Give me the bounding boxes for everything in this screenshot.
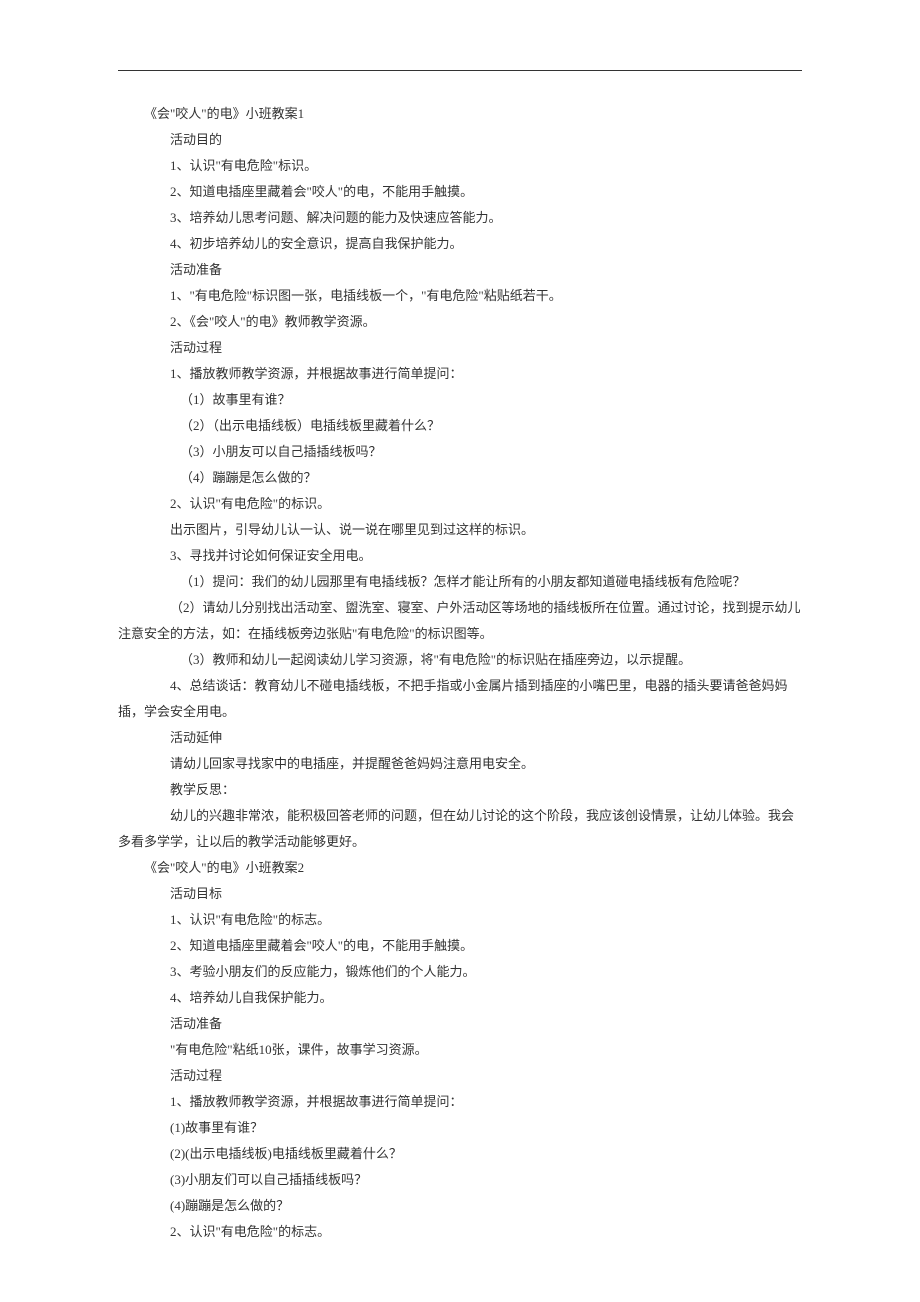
plan1-proc-1-2: （2）（出示电插线板）电插线板里藏着什么？ (118, 413, 802, 439)
plan1-proc-1-4: （4）蹦蹦是怎么做的？ (118, 465, 802, 491)
plan1-ext-1: 请幼儿回家寻找家中的电插座，并提醒爸爸妈妈注意用电安全。 (118, 751, 802, 777)
plan1-proc-3-1: （1）提问：我们的幼儿园那里有电插线板？怎样才能让所有的小朋友都知道碰电插线板有… (118, 569, 802, 595)
plan2-proc-1: 1、播放教师教学资源，并根据故事进行简单提问： (118, 1089, 802, 1115)
plan2-title: 《会"咬人"的电》小班教案2 (118, 855, 802, 881)
plan2-goal-4: 4、培养幼儿自我保护能力。 (118, 985, 802, 1011)
plan1-goal-3: 3、培养幼儿思考问题、解决问题的能力及快速应答能力。 (118, 205, 802, 231)
plan2-proc-1-2: (2)(出示电插线板)电插线板里藏着什么？ (118, 1141, 802, 1167)
plan2-proc-1-4: (4)蹦蹦是怎么做的？ (118, 1193, 802, 1219)
plan1-goal-1: 1、认识"有电危险"标识。 (118, 153, 802, 179)
plan1-prep-heading: 活动准备 (118, 257, 802, 283)
plan1-proc-3: 3、寻找并讨论如何保证安全用电。 (118, 543, 802, 569)
document-body: 《会"咬人"的电》小班教案1 活动目的 1、认识"有电危险"标识。 2、知道电插… (118, 101, 802, 1245)
plan2-proc-1-3: (3)小朋友们可以自己插插线板吗？ (118, 1167, 802, 1193)
plan2-goals-heading: 活动目标 (118, 881, 802, 907)
plan2-prep-1: "有电危险"粘纸10张，课件，故事学习资源。 (118, 1037, 802, 1063)
plan2-prep-heading: 活动准备 (118, 1011, 802, 1037)
plan2-goal-1: 1、认识"有电危险"的标志。 (118, 907, 802, 933)
plan1-goal-2: 2、知道电插座里藏着会"咬人"的电，不能用手触摸。 (118, 179, 802, 205)
plan1-proc-1-3: （3）小朋友可以自己插插线板吗？ (118, 439, 802, 465)
plan2-goal-2: 2、知道电插座里藏着会"咬人"的电，不能用手触摸。 (118, 933, 802, 959)
plan1-proc-3-3: （3）教师和幼儿一起阅读幼儿学习资源，将"有电危险"的标识贴在插座旁边，以示提醒… (118, 647, 802, 673)
top-divider (118, 70, 802, 71)
plan1-goal-4: 4、初步培养幼儿的安全意识，提高自我保护能力。 (118, 231, 802, 257)
plan2-proc-1-1: (1)故事里有谁？ (118, 1115, 802, 1141)
plan1-proc-heading: 活动过程 (118, 335, 802, 361)
plan2-goal-3: 3、考验小朋友们的反应能力，锻炼他们的个人能力。 (118, 959, 802, 985)
plan1-proc-1-1: （1）故事里有谁？ (118, 387, 802, 413)
plan1-prep-2: 2、《会"咬人"的电》教师教学资源。 (118, 309, 802, 335)
plan1-proc-4: 4、总结谈话：教育幼儿不碰电插线板，不把手指或小金属片插到插座的小嘴巴里，电器的… (118, 673, 802, 725)
plan1-proc-1: 1、播放教师教学资源，并根据故事进行简单提问： (118, 361, 802, 387)
plan1-proc-2-1: 出示图片，引导幼儿认一认、说一说在哪里见到过这样的标识。 (118, 517, 802, 543)
plan1-proc-2: 2、认识"有电危险"的标识。 (118, 491, 802, 517)
plan1-title: 《会"咬人"的电》小班教案1 (118, 101, 802, 127)
plan2-proc-2: 2、认识"有电危险"的标志。 (118, 1219, 802, 1245)
plan1-ref-heading: 教学反思： (118, 777, 802, 803)
plan1-prep-1: 1、"有电危险"标识图一张，电插线板一个，"有电危险"粘贴纸若干。 (118, 283, 802, 309)
plan1-proc-3-2: （2）请幼儿分别找出活动室、盥洗室、寝室、户外活动区等场地的插线板所在位置。通过… (118, 595, 802, 647)
plan1-goals-heading: 活动目的 (118, 127, 802, 153)
plan1-ref-1: 幼儿的兴趣非常浓，能积极回答老师的问题，但在幼儿讨论的这个阶段，我应该创设情景，… (118, 803, 802, 855)
plan2-proc-heading: 活动过程 (118, 1063, 802, 1089)
plan1-ext-heading: 活动延伸 (118, 725, 802, 751)
